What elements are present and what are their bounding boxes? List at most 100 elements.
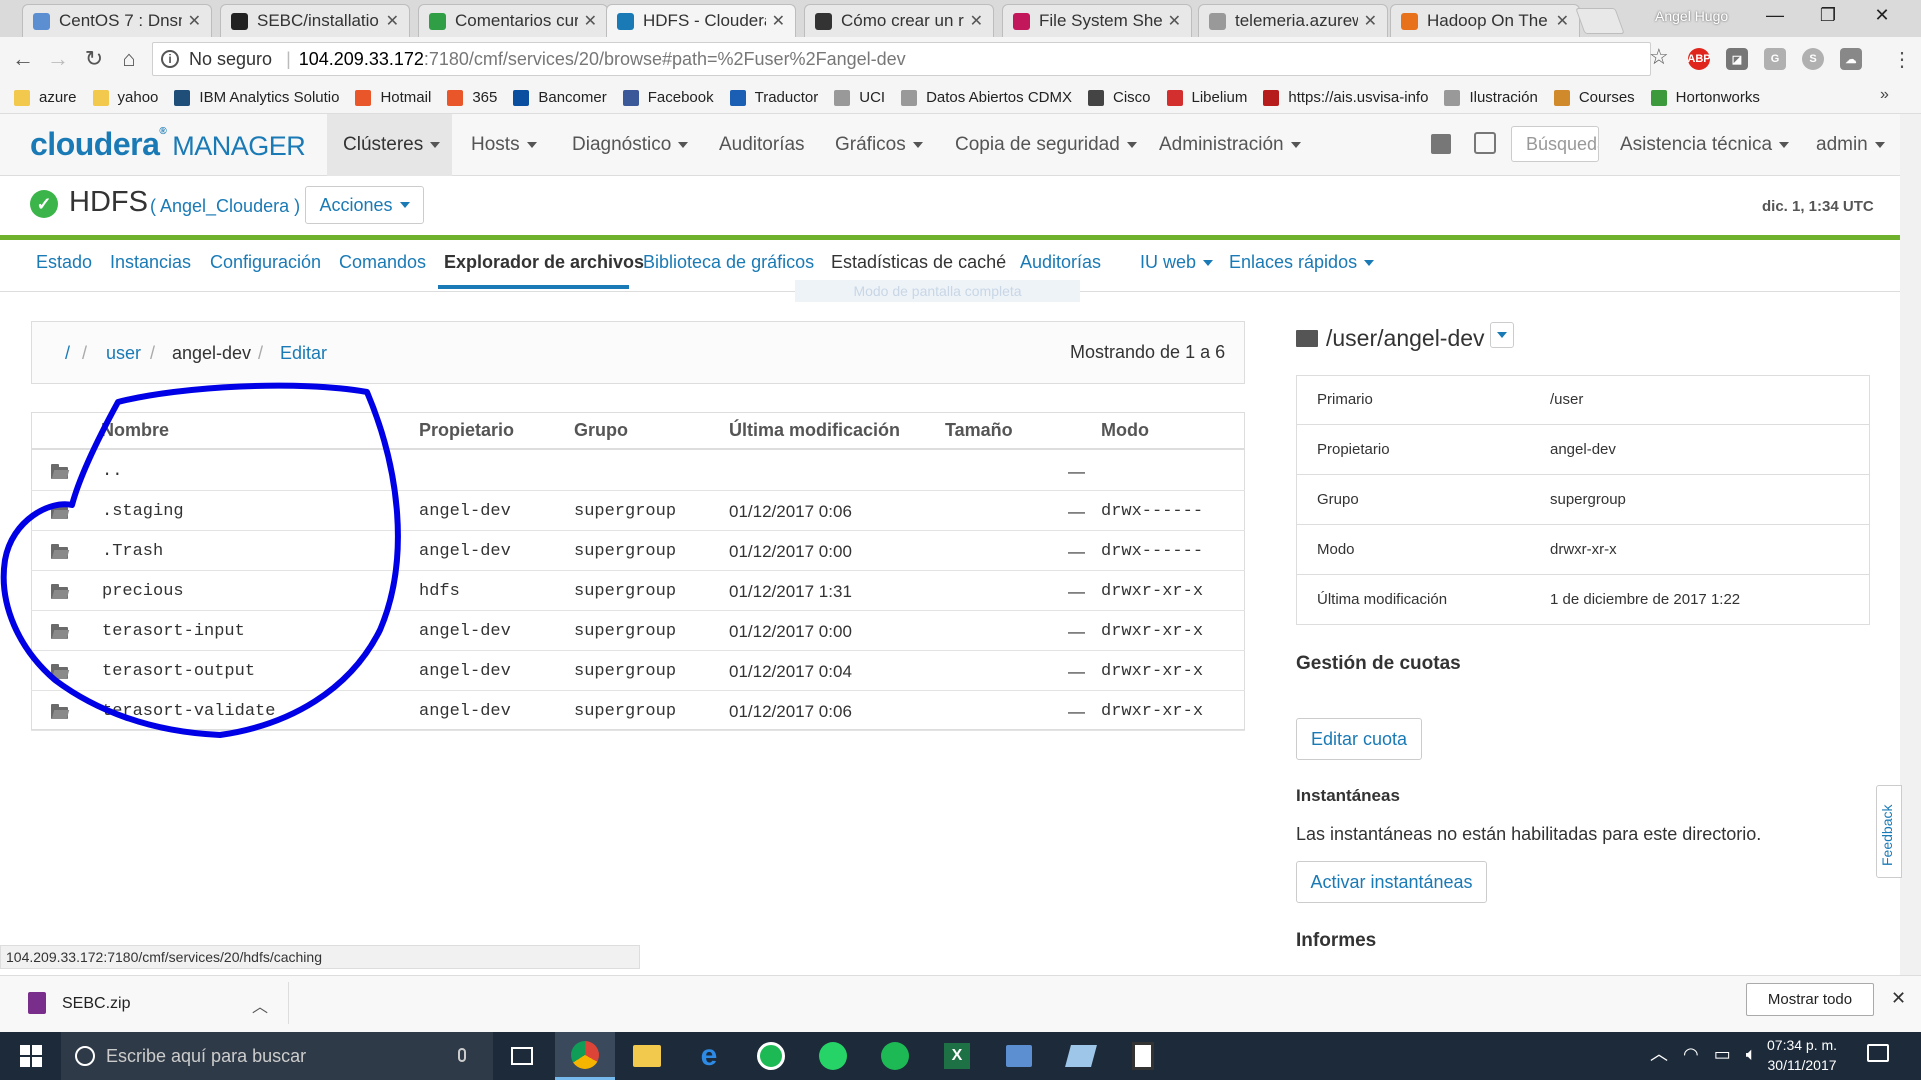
tab-chart-library[interactable]: Biblioteca de gráficos	[643, 252, 814, 273]
spotify-icon[interactable]	[865, 1032, 925, 1080]
bookmark-item[interactable]: UCI	[834, 89, 885, 106]
bookmark-item[interactable]: Libelium	[1166, 89, 1247, 106]
browser-tab[interactable]: SEBC/installation/ ✕	[220, 4, 410, 37]
nav-hosts[interactable]: Hosts	[455, 114, 553, 176]
home-icon[interactable]: ⌂	[114, 46, 144, 72]
tab-cache-stats[interactable]: Estadísticas de caché	[831, 252, 1006, 273]
close-icon[interactable]: ✕	[1891, 988, 1906, 1009]
task-view-icon[interactable]	[492, 1032, 552, 1080]
vmware-icon[interactable]	[1051, 1032, 1111, 1080]
nav-audits[interactable]: Auditorías	[703, 114, 821, 176]
nav-backup[interactable]: Copia de seguridad	[939, 114, 1153, 176]
calculator-icon[interactable]	[1113, 1032, 1173, 1080]
bookmark-item[interactable]: Hotmail	[355, 89, 431, 106]
tab-close-icon[interactable]: ✕	[584, 11, 597, 31]
cluster-link[interactable]: ( Angel_Cloudera )	[150, 196, 300, 217]
whatsapp-icon[interactable]	[803, 1032, 863, 1080]
show-hidden-icons-icon[interactable]: ︿	[1650, 1044, 1668, 1064]
bookmark-item[interactable]: Hortonworks	[1650, 89, 1760, 106]
tab-web-ui[interactable]: IU web	[1140, 252, 1214, 273]
bookmark-item[interactable]: 365	[447, 89, 497, 106]
more-bookmarks-icon[interactable]: »	[1880, 86, 1889, 104]
col-group[interactable]: Grupo	[574, 420, 628, 441]
tab-instances[interactable]: Instancias	[110, 252, 191, 273]
bookmark-item[interactable]: Ilustración	[1444, 89, 1538, 106]
edge-icon[interactable]: e	[679, 1032, 739, 1080]
bookmark-item[interactable]: IBM Analytics Solutio	[174, 89, 339, 106]
system-tray[interactable]: ︿ ◠ ▭ 🔈︎	[1650, 1040, 1757, 1066]
search-input[interactable]: Búsqueda	[1511, 126, 1599, 162]
breadcrumb-root[interactable]: /	[65, 343, 70, 364]
nav-clusters[interactable]: Clústeres	[327, 114, 452, 176]
bookmark-item[interactable]: Bancomer	[513, 89, 607, 106]
tab-close-icon[interactable]: ✕	[188, 11, 201, 31]
browser-tab[interactable]: telemeria.azurewe ✕	[1198, 4, 1388, 37]
bookmark-item[interactable]: https://ais.usvisa-info	[1263, 89, 1428, 106]
col-owner[interactable]: Propietario	[419, 420, 514, 441]
browser-tab[interactable]: CentOS 7 : Dnsma ✕	[22, 4, 212, 37]
chevron-up-icon[interactable]: ︿	[252, 993, 268, 1017]
nav-administration[interactable]: Administración	[1143, 114, 1317, 176]
browser-tab[interactable]: File System Shell G ✕	[1002, 4, 1192, 37]
address-bar[interactable]: i No seguro | 104.209.33.172 :7180/cmf/s…	[152, 42, 1651, 76]
extension-icon[interactable]: ◪	[1726, 48, 1748, 70]
browser-tab[interactable]: Comentarios curs ✕	[418, 4, 608, 37]
file-explorer-icon[interactable]	[617, 1032, 677, 1080]
user-menu[interactable]: admin	[1800, 114, 1901, 176]
bookmark-item[interactable]: Traductor	[729, 89, 818, 106]
col-size[interactable]: Tamaño	[945, 420, 1013, 441]
notifications-icon[interactable]	[1867, 1044, 1889, 1062]
back-icon[interactable]: ←	[8, 46, 38, 72]
excel-icon[interactable]: X	[927, 1032, 987, 1080]
tab-status[interactable]: Estado	[36, 252, 92, 273]
show-all-button[interactable]: Mostrar todo	[1746, 983, 1874, 1016]
info-icon[interactable]: i	[161, 50, 179, 68]
download-item[interactable]: SEBC.zip	[62, 995, 130, 1013]
bookmark-item[interactable]: azure	[14, 89, 77, 106]
cloudera-manager-logo[interactable]: cloudera® MANAGER	[30, 126, 306, 163]
browser-tab[interactable]: HDFS - Cloudera I ✕	[606, 4, 796, 37]
tab-quick-links[interactable]: Enlaces rápidos	[1229, 252, 1375, 273]
taskbar-search[interactable]: Escribe aquí para buscar	[61, 1032, 493, 1080]
enable-snapshots-button[interactable]: Activar instantáneas	[1296, 861, 1487, 903]
forward-icon[interactable]: →	[43, 46, 73, 72]
tab-close-icon[interactable]: ✕	[1364, 11, 1377, 31]
tasks-icon[interactable]	[1474, 132, 1496, 154]
volume-icon[interactable]: 🔈︎	[1746, 1044, 1757, 1064]
bookmark-item[interactable]: Datos Abiertos CDMX	[901, 89, 1072, 106]
breadcrumb-user[interactable]: user	[106, 343, 141, 364]
window-user-badge[interactable]: Angel Hugo	[1655, 8, 1728, 24]
tab-close-icon[interactable]: ✕	[970, 11, 983, 31]
bookmark-star-icon[interactable]: ☆	[1649, 44, 1669, 70]
browser-tab[interactable]: Cómo crear un re ✕	[804, 4, 994, 37]
tab-file-browser[interactable]: Explorador de archivos	[444, 252, 644, 273]
minimize-icon[interactable]: —	[1755, 5, 1795, 26]
breadcrumb-edit[interactable]: Editar	[280, 343, 327, 364]
tab-configuration[interactable]: Configuración	[210, 252, 321, 273]
windows-start-icon[interactable]	[20, 1045, 42, 1067]
close-window-icon[interactable]: ✕	[1862, 5, 1902, 26]
tab-close-icon[interactable]: ✕	[772, 11, 785, 31]
page-scrollbar[interactable]	[1900, 114, 1921, 1014]
menu-dots-icon[interactable]: ⋮	[1892, 47, 1912, 72]
extension-cloud-icon[interactable]: ☁	[1840, 48, 1862, 70]
extension-g-icon[interactable]: G	[1764, 48, 1786, 70]
bookmark-item[interactable]: Cisco	[1087, 89, 1151, 106]
tab-close-icon[interactable]: ✕	[1168, 11, 1181, 31]
feedback-tab[interactable]: Feedback	[1876, 785, 1902, 878]
tab-close-icon[interactable]: ✕	[1556, 11, 1569, 31]
wifi-icon[interactable]: ◠	[1683, 1044, 1699, 1064]
microphone-icon[interactable]	[458, 1048, 466, 1062]
nav-charts[interactable]: Gráficos	[819, 114, 939, 176]
battery-icon[interactable]: ▭	[1714, 1044, 1731, 1064]
edit-quota-button[interactable]: Editar cuota	[1296, 718, 1422, 760]
browser-tab[interactable]: Hadoop On The R ✕	[1390, 4, 1580, 37]
parcel-icon[interactable]	[1431, 134, 1451, 154]
tab-close-icon[interactable]: ✕	[386, 11, 399, 31]
bookmark-item[interactable]: Courses	[1553, 89, 1635, 106]
network-app-icon[interactable]	[989, 1032, 1049, 1080]
bookmark-item[interactable]: Facebook	[622, 89, 714, 106]
maximize-icon[interactable]: ❐	[1808, 5, 1848, 26]
reload-icon[interactable]: ↻	[79, 46, 109, 72]
adblock-icon[interactable]: ABP	[1687, 48, 1711, 70]
